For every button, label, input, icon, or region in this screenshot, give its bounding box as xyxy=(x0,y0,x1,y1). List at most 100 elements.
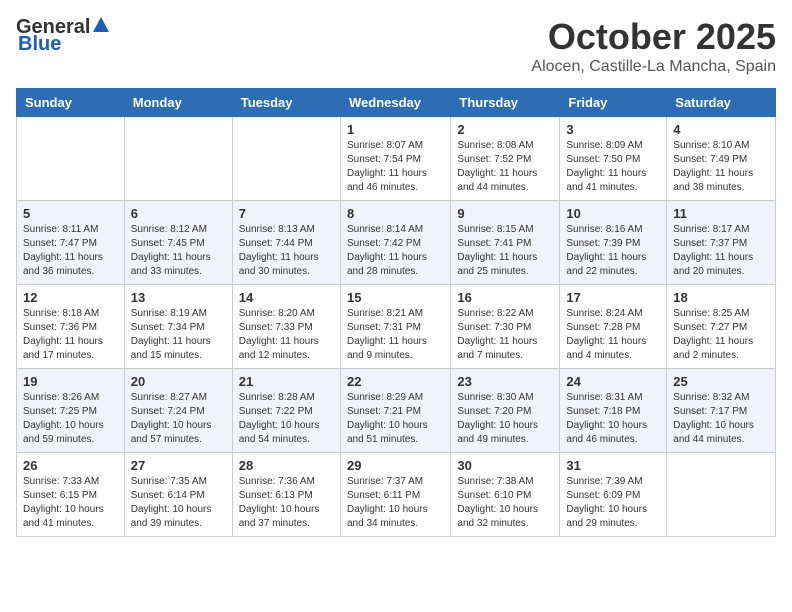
day-info: Sunrise: 8:25 AM Sunset: 7:27 PM Dayligh… xyxy=(673,307,769,363)
calendar-cell: 17 Sunrise: 8:24 AM Sunset: 7:28 PM Dayli… xyxy=(560,285,667,369)
day-number: 9 xyxy=(457,206,553,221)
calendar-cell: 29 Sunrise: 7:37 AM Sunset: 6:11 PM Dayli… xyxy=(340,453,450,537)
day-number: 8 xyxy=(347,206,444,221)
page-header: General Blue October 2025 Alocen, Castil… xyxy=(16,16,776,76)
day-number: 23 xyxy=(457,374,553,389)
calendar-day-header: Tuesday xyxy=(232,89,340,117)
day-info: Sunrise: 8:21 AM Sunset: 7:31 PM Dayligh… xyxy=(347,307,444,363)
day-number: 11 xyxy=(673,206,769,221)
calendar-cell: 28Sunrise: 7:36 AM Sunset: 6:13 PM Dayli… xyxy=(232,453,340,537)
calendar-cell: 11 Sunrise: 8:17 AM Sunset: 7:37 PM Dayli… xyxy=(667,201,776,285)
day-info: Sunrise: 8:29 AM Sunset: 7:21 PM Dayligh… xyxy=(347,391,444,447)
calendar-table: SundayMondayTuesdayWednesdayThursdayFrid… xyxy=(16,88,776,537)
calendar-week-row: 26Sunrise: 7:33 AM Sunset: 6:15 PM Dayli… xyxy=(17,453,776,537)
calendar-cell: 20 Sunrise: 8:27 AM Sunset: 7:24 PM Dayli… xyxy=(124,369,232,453)
day-info: Sunrise: 8:07 AM Sunset: 7:54 PM Dayligh… xyxy=(347,139,444,195)
calendar-cell: 30Sunrise: 7:38 AM Sunset: 6:10 PM Dayli… xyxy=(451,453,560,537)
day-number: 20 xyxy=(131,374,226,389)
calendar-week-row: 1 Sunrise: 8:07 AM Sunset: 7:54 PM Daylig… xyxy=(17,117,776,201)
day-number: 19 xyxy=(23,374,118,389)
day-info: Sunrise: 8:22 AM Sunset: 7:30 PM Dayligh… xyxy=(457,307,553,363)
calendar-day-header: Wednesday xyxy=(340,89,450,117)
day-number: 3 xyxy=(566,122,660,137)
calendar-cell: 24Sunrise: 8:31 AM Sunset: 7:18 PM Dayli… xyxy=(560,369,667,453)
day-number: 10 xyxy=(566,206,660,221)
day-number: 18 xyxy=(673,290,769,305)
calendar-cell: 16 Sunrise: 8:22 AM Sunset: 7:30 PM Dayli… xyxy=(451,285,560,369)
calendar-week-row: 12 Sunrise: 8:18 AM Sunset: 7:36 PM Dayli… xyxy=(17,285,776,369)
day-number: 21 xyxy=(239,374,334,389)
day-info: Sunrise: 8:17 AM Sunset: 7:37 PM Dayligh… xyxy=(673,223,769,279)
calendar-cell: 14Sunrise: 8:20 AM Sunset: 7:33 PM Dayli… xyxy=(232,285,340,369)
calendar-day-header: Thursday xyxy=(451,89,560,117)
calendar-cell: 10 Sunrise: 8:16 AM Sunset: 7:39 PM Dayli… xyxy=(560,201,667,285)
calendar-cell: 23 Sunrise: 8:30 AM Sunset: 7:20 PM Dayli… xyxy=(451,369,560,453)
calendar-cell: 25 Sunrise: 8:32 AM Sunset: 7:17 PM Dayli… xyxy=(667,369,776,453)
logo: General Blue xyxy=(16,16,112,56)
day-number: 25 xyxy=(673,374,769,389)
day-number: 7 xyxy=(239,206,334,221)
day-info: Sunrise: 8:12 AM Sunset: 7:45 PM Dayligh… xyxy=(131,223,226,279)
calendar-cell: 9 Sunrise: 8:15 AM Sunset: 7:41 PM Daylig… xyxy=(451,201,560,285)
day-number: 31 xyxy=(566,458,660,473)
calendar-cell: 3Sunrise: 8:09 AM Sunset: 7:50 PM Daylig… xyxy=(560,117,667,201)
calendar-cell: 2 Sunrise: 8:08 AM Sunset: 7:52 PM Daylig… xyxy=(451,117,560,201)
day-info: Sunrise: 8:14 AM Sunset: 7:42 PM Dayligh… xyxy=(347,223,444,279)
day-info: Sunrise: 8:32 AM Sunset: 7:17 PM Dayligh… xyxy=(673,391,769,447)
calendar-cell: 19 Sunrise: 8:26 AM Sunset: 7:25 PM Dayli… xyxy=(17,369,125,453)
day-number: 26 xyxy=(23,458,118,473)
day-number: 1 xyxy=(347,122,444,137)
calendar-day-header: Sunday xyxy=(17,89,125,117)
day-number: 24 xyxy=(566,374,660,389)
calendar-cell: 4Sunrise: 8:10 AM Sunset: 7:49 PM Daylig… xyxy=(667,117,776,201)
day-number: 16 xyxy=(457,290,553,305)
calendar-cell: 15 Sunrise: 8:21 AM Sunset: 7:31 PM Dayli… xyxy=(340,285,450,369)
logo-triangle-icon xyxy=(92,16,110,34)
day-info: Sunrise: 7:39 AM Sunset: 6:09 PM Dayligh… xyxy=(566,475,660,531)
day-info: Sunrise: 8:08 AM Sunset: 7:52 PM Dayligh… xyxy=(457,139,553,195)
calendar-cell: 31 Sunrise: 7:39 AM Sunset: 6:09 PM Dayli… xyxy=(560,453,667,537)
day-info: Sunrise: 8:26 AM Sunset: 7:25 PM Dayligh… xyxy=(23,391,118,447)
day-info: Sunrise: 8:19 AM Sunset: 7:34 PM Dayligh… xyxy=(131,307,226,363)
day-info: Sunrise: 8:16 AM Sunset: 7:39 PM Dayligh… xyxy=(566,223,660,279)
calendar-day-header: Friday xyxy=(560,89,667,117)
calendar-cell xyxy=(232,117,340,201)
day-info: Sunrise: 7:35 AM Sunset: 6:14 PM Dayligh… xyxy=(131,475,226,531)
calendar-cell: 1 Sunrise: 8:07 AM Sunset: 7:54 PM Daylig… xyxy=(340,117,450,201)
day-number: 15 xyxy=(347,290,444,305)
day-number: 27 xyxy=(131,458,226,473)
day-info: Sunrise: 8:24 AM Sunset: 7:28 PM Dayligh… xyxy=(566,307,660,363)
calendar-cell: 6 Sunrise: 8:12 AM Sunset: 7:45 PM Daylig… xyxy=(124,201,232,285)
calendar-week-row: 5Sunrise: 8:11 AM Sunset: 7:47 PM Daylig… xyxy=(17,201,776,285)
day-info: Sunrise: 8:13 AM Sunset: 7:44 PM Dayligh… xyxy=(239,223,334,279)
month-title: October 2025 xyxy=(531,16,776,58)
day-number: 17 xyxy=(566,290,660,305)
calendar-cell: 26Sunrise: 7:33 AM Sunset: 6:15 PM Dayli… xyxy=(17,453,125,537)
calendar-cell xyxy=(667,453,776,537)
day-info: Sunrise: 8:15 AM Sunset: 7:41 PM Dayligh… xyxy=(457,223,553,279)
calendar-week-row: 19 Sunrise: 8:26 AM Sunset: 7:25 PM Dayli… xyxy=(17,369,776,453)
calendar-cell: 18 Sunrise: 8:25 AM Sunset: 7:27 PM Dayli… xyxy=(667,285,776,369)
day-number: 2 xyxy=(457,122,553,137)
calendar-cell: 12 Sunrise: 8:18 AM Sunset: 7:36 PM Dayli… xyxy=(17,285,125,369)
day-info: Sunrise: 8:27 AM Sunset: 7:24 PM Dayligh… xyxy=(131,391,226,447)
calendar-cell: 21Sunrise: 8:28 AM Sunset: 7:22 PM Dayli… xyxy=(232,369,340,453)
calendar-cell xyxy=(124,117,232,201)
calendar-day-header: Saturday xyxy=(667,89,776,117)
day-number: 30 xyxy=(457,458,553,473)
day-info: Sunrise: 8:18 AM Sunset: 7:36 PM Dayligh… xyxy=(23,307,118,363)
calendar-cell: 8 Sunrise: 8:14 AM Sunset: 7:42 PM Daylig… xyxy=(340,201,450,285)
day-info: Sunrise: 8:11 AM Sunset: 7:47 PM Dayligh… xyxy=(23,223,118,279)
calendar-cell: 7 Sunrise: 8:13 AM Sunset: 7:44 PM Daylig… xyxy=(232,201,340,285)
day-number: 4 xyxy=(673,122,769,137)
day-info: Sunrise: 8:30 AM Sunset: 7:20 PM Dayligh… xyxy=(457,391,553,447)
day-number: 29 xyxy=(347,458,444,473)
day-number: 13 xyxy=(131,290,226,305)
day-number: 14 xyxy=(239,290,334,305)
day-number: 6 xyxy=(131,206,226,221)
title-section: October 2025 Alocen, Castille-La Mancha,… xyxy=(531,16,776,76)
calendar-day-header: Monday xyxy=(124,89,232,117)
calendar-cell xyxy=(17,117,125,201)
day-number: 12 xyxy=(23,290,118,305)
day-info: Sunrise: 7:37 AM Sunset: 6:11 PM Dayligh… xyxy=(347,475,444,531)
